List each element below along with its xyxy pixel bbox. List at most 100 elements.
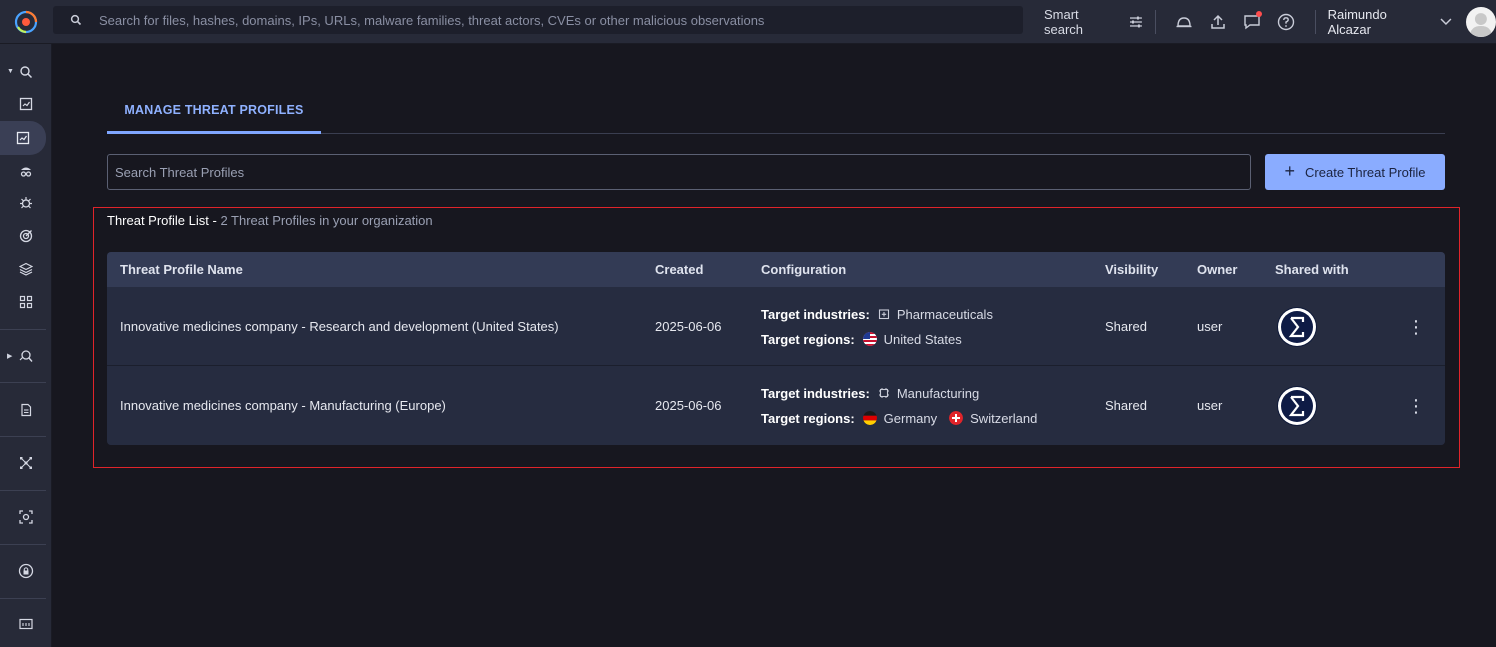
user-silhouette-icon [1470,13,1492,37]
visibility: Shared [1105,398,1147,413]
threat-actor-icon [20,167,32,177]
more-vertical-icon: ⋮ [1407,395,1425,416]
console-icon [19,618,33,630]
shared-with [1277,287,1317,366]
avatar[interactable] [1466,7,1496,37]
row-actions-button[interactable]: ⋮ [1407,287,1425,366]
sigma-logo-icon [1278,307,1316,346]
list-subtitle: 2 Threat Profiles in your organization [220,213,433,228]
more-vertical-icon: ⋮ [1407,316,1425,337]
sigma-logo-icon [1278,386,1316,425]
smart-search-button[interactable]: Smart search [1044,7,1143,37]
sidebar-divider [0,329,46,330]
sidebar-item-targets[interactable] [0,219,52,253]
help-icon [1277,13,1294,31]
target-industries: Target industries: Manufacturing [761,386,1049,401]
pharmaceuticals-icon [878,309,889,320]
region-chip: Switzerland [949,411,1037,426]
sidebar-item-network[interactable] [0,446,52,480]
apps-icon [19,295,33,309]
region-chip: United States [862,331,962,347]
search-icon [53,14,99,26]
column-header-owner[interactable]: Owner [1197,252,1237,287]
sidebar-item-malware[interactable] [0,186,52,220]
user-name: Raimundo Alcazar [1327,7,1387,37]
column-header-visibility[interactable]: Visibility [1105,252,1158,287]
germany-flag-icon [862,411,877,425]
divider [1154,10,1156,34]
upload-icon [1211,14,1225,29]
create-threat-profile-button[interactable]: + Create Threat Profile [1265,154,1445,190]
app-logo[interactable] [0,0,52,44]
sidebar-item-scan[interactable] [0,500,52,534]
user-menu-button[interactable]: Raimundo Alcazar [1328,7,1453,37]
global-search[interactable] [53,6,1023,34]
industry-chip: Manufacturing [878,386,979,401]
table-row[interactable]: Innovative medicines company - Manufactu… [107,366,1445,445]
sidebar-divider [0,598,46,599]
sidebar-item-threat-profiles[interactable] [0,121,46,155]
plus-icon: + [1284,161,1296,181]
industry-label: Pharmaceuticals [896,306,993,322]
threat-profile-search-input[interactable] [115,164,1250,180]
lock-icon [18,563,34,579]
column-header-created[interactable]: Created [655,252,703,287]
sidebar-divider [0,490,46,491]
column-header-name[interactable]: Threat Profile Name [120,252,243,287]
target-regions: Target regions: United States [761,332,1005,347]
sidebar-item-console[interactable] [0,607,52,641]
sidebar: ▼ ▶ [0,44,52,647]
graph-search-icon [19,350,33,362]
sidebar-item-reports[interactable] [0,87,52,121]
target-industries-label: Target industries: [761,306,870,322]
target-industries-label: Target industries: [761,385,870,401]
threat-profile-search[interactable] [107,154,1251,190]
organization-avatar[interactable] [1277,306,1317,347]
sidebar-item-graph-search[interactable] [0,339,52,373]
document-icon [21,403,32,417]
profile-name[interactable]: Innovative medicines company - Manufactu… [120,366,446,445]
notification-dot [1255,11,1262,17]
report-icon [19,97,33,111]
region-label: Germany [883,410,938,426]
target-regions-label: Target regions: [761,331,855,347]
target-icon [19,229,33,243]
tab-manage-threat-profiles[interactable]: MANAGE THREAT PROFILES [107,88,321,134]
global-search-input[interactable] [99,12,1023,28]
search-icon [20,66,33,79]
region-label: Switzerland [970,410,1038,426]
scan-icon [19,510,33,524]
messages-button[interactable] [1235,0,1269,44]
shared-with [1277,366,1317,445]
visibility: Shared [1105,319,1147,334]
top-bar: Smart search Raimundo Alcazar [0,0,1496,44]
sidebar-item-security[interactable] [0,554,52,588]
sidebar-item-search[interactable] [0,55,52,89]
sidebar-item-threat-actors[interactable] [0,154,52,188]
sidebar-item-apps[interactable] [0,285,52,319]
manufacturing-icon [878,388,889,398]
chevron-down-icon [1440,18,1452,26]
organization-avatar[interactable] [1277,385,1317,426]
alert-bell-button[interactable] [1168,0,1202,44]
upload-button[interactable] [1201,0,1235,44]
sidebar-divider [0,544,46,545]
switzerland-flag-icon [949,411,964,425]
target-regions-label: Target regions: [761,410,855,426]
help-button[interactable] [1269,0,1303,44]
sidebar-item-layers[interactable] [0,252,52,286]
profile-name[interactable]: Innovative medicines company - Research … [120,287,559,366]
sidebar-item-documents[interactable] [0,393,52,427]
sidebar-divider [0,382,46,383]
logo-icon [14,10,38,33]
sidebar-divider [0,436,46,437]
created-date: 2025-06-06 [655,398,722,413]
bell-icon [1176,17,1192,28]
table-row[interactable]: Innovative medicines company - Research … [107,287,1445,366]
region-label: United States [883,331,962,347]
row-actions-button[interactable]: ⋮ [1407,366,1425,445]
region-chip: Germany [862,410,938,426]
threat-profile-table: Threat Profile Name Created Configuratio… [107,252,1445,445]
target-industries: Target industries: Pharmaceuticals [761,307,1005,322]
threat-profile-icon [16,131,30,145]
